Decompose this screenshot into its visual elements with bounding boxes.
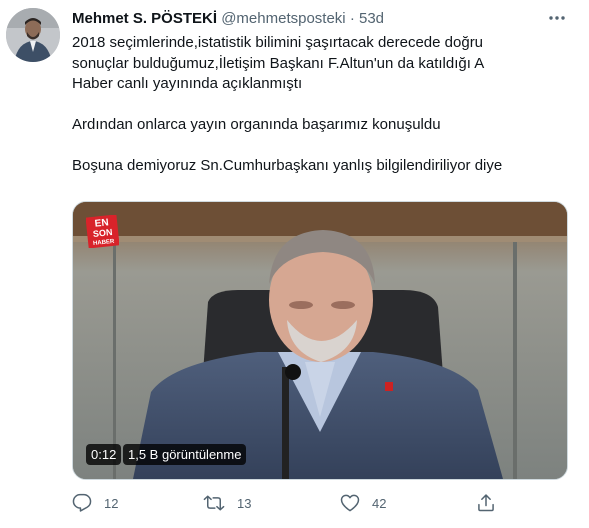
action-bar: 12 13 42 (72, 490, 572, 516)
reply-count: 12 (104, 495, 119, 511)
retweet-button[interactable]: 13 (203, 490, 251, 516)
tweet-line: sonuçlar bulduğumuz,İletişim Başkanı F.A… (72, 54, 485, 72)
retweet-count: 13 (237, 495, 252, 511)
en-son-haber-logo: EN SON HABER (86, 215, 119, 248)
avatar-image (6, 8, 60, 62)
svg-text:SON: SON (92, 227, 112, 239)
tweet-line: Haber canlı yayınında açıklanmıştı (72, 75, 303, 92)
tweet-header: Mehmet S. PÖSTEKİ @mehmetsposteki · 53d (72, 10, 384, 28)
heart-icon (340, 494, 360, 512)
reply-button[interactable]: 12 (72, 490, 118, 516)
view-count: 1,5 B görüntülenme (123, 444, 247, 465)
tweet[interactable]: Mehmet S. PÖSTEKİ @mehmetsposteki · 53d … (0, 0, 589, 528)
video-duration: 0:12 (86, 444, 122, 465)
video-frame (73, 202, 567, 479)
tweet-line: Ardından onlarca yayın organında başarım… (72, 116, 441, 133)
tweet-line: Boşuna demiyoruz Sn.Cumhurbaşkanı yanlış… (72, 157, 503, 174)
separator: · (349, 10, 355, 27)
tweet-text: 2018 seçimlerinde,istatistik bilimini şa… (72, 33, 572, 177)
tweet-line: 2018 seçimlerinde,istatistik bilimini şa… (72, 34, 484, 51)
avatar[interactable] (6, 8, 60, 62)
retweet-icon (203, 495, 225, 511)
reply-icon (72, 493, 92, 512)
author-name[interactable]: Mehmet S. PÖSTEKİ (72, 10, 217, 27)
more-icon[interactable] (545, 8, 569, 28)
video-player[interactable]: EN SON HABER 0:12 1,5 B görüntülenme (72, 201, 568, 480)
timestamp[interactable]: 53d (359, 10, 384, 27)
share-icon (478, 494, 494, 512)
like-button[interactable]: 42 (340, 490, 386, 516)
author-handle[interactable]: @mehmetsposteki (221, 10, 345, 27)
like-count: 42 (372, 495, 387, 511)
share-button[interactable] (476, 490, 496, 516)
